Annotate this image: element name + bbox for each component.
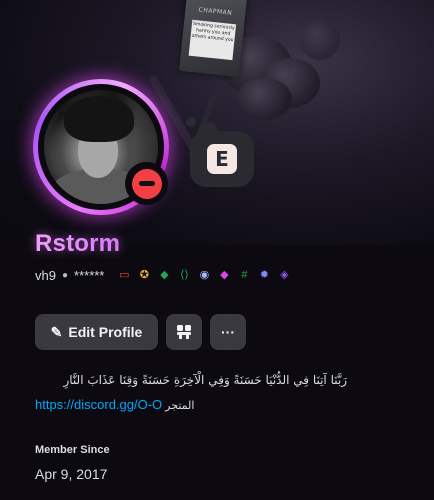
nitro-crest-icon[interactable]: ◈ (276, 267, 292, 283)
do-not-disturb-icon (131, 168, 162, 199)
custom-status-bubble[interactable]: E (190, 131, 254, 187)
member-since-date: Apr 9, 2017 (35, 466, 108, 482)
shop-icon (177, 325, 191, 339)
username-row: vh9 ● ****** ▭ ✪ ◆ ⟨⟩ ◉ ◆ # ✹ ◈ (35, 265, 292, 285)
server-boost-icon[interactable]: ✹ (256, 267, 272, 283)
edit-profile-button[interactable]: ✎ Edit Profile (35, 314, 158, 350)
cigarette-pack-image: CHAPMAN Smoking seriously harms you and … (178, 0, 248, 77)
badge-list: ▭ ✪ ◆ ⟨⟩ ◉ ◆ # ✹ ◈ (116, 267, 292, 283)
status-bubble-tail-small (186, 117, 196, 127)
status-indicator[interactable] (125, 162, 168, 205)
profile-shop-button[interactable] (166, 314, 202, 350)
member-since-heading: Member Since (35, 444, 110, 456)
bio-arabic-text: رَبَّنَا آتِنَا فِي الدُّنْيَا حَسَنَةً … (63, 373, 347, 387)
display-name: Rstorm (35, 230, 121, 257)
pack-warning-text: Smoking seriously harms you and others a… (188, 19, 237, 61)
pencil-icon: ✎ (50, 323, 63, 340)
edit-profile-label: Edit Profile (68, 324, 143, 340)
bio-link-row: https://discord.gg/O-O المتجر (35, 397, 194, 412)
active-developer-monitor-icon[interactable]: ▭ (116, 267, 132, 283)
bio-store-text: المتجر (165, 399, 195, 412)
more-options-button[interactable]: ··· (210, 314, 246, 350)
nitro-gem-icon[interactable]: ◆ (216, 267, 232, 283)
quest-badge-icon[interactable]: ◉ (196, 267, 212, 283)
early-supporter-diamond-icon[interactable]: ◆ (156, 267, 172, 283)
pack-brand-text: CHAPMAN (198, 6, 233, 17)
code-badge-icon[interactable]: ⟨⟩ (176, 267, 192, 283)
hashtag-badge-icon[interactable]: # (236, 267, 252, 283)
invite-link[interactable]: https://discord.gg/O-O (35, 397, 162, 412)
letter-e-emoji-icon: E (207, 144, 237, 174)
more-icon: ··· (221, 324, 235, 340)
hypesquad-bravery-icon[interactable]: ✪ (136, 267, 152, 283)
username[interactable]: vh9 (35, 268, 56, 283)
separator-dot: ● (61, 269, 69, 281)
pronouns: ****** (74, 267, 105, 283)
